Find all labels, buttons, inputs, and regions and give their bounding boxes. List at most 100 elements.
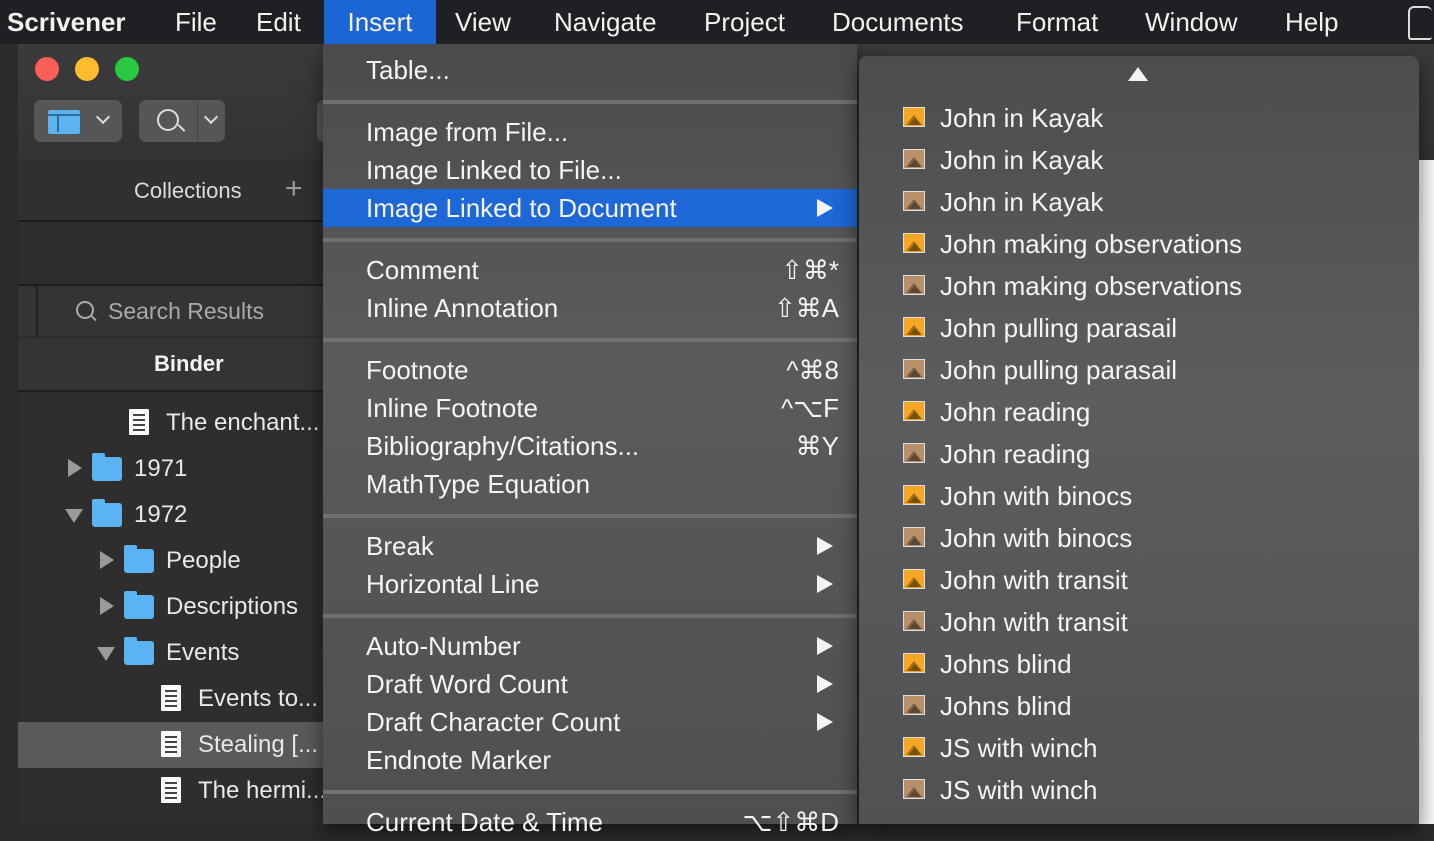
image-icon [903, 149, 925, 169]
image-icon [903, 779, 925, 799]
submenu-arrow-icon [817, 713, 833, 731]
menu-view[interactable]: View [455, 0, 511, 44]
submenu-item-document[interactable]: John pulling parasail [859, 349, 1419, 391]
binder-item[interactable]: 1971 [18, 446, 324, 492]
menu-item-break[interactable]: Break [323, 527, 857, 565]
menu-file[interactable]: File [175, 0, 217, 44]
binder-item[interactable]: The hermi... [18, 768, 326, 814]
menu-item-horizontal-line[interactable]: Horizontal Line [323, 565, 857, 603]
menu-item-auto-number[interactable]: Auto-Number [323, 627, 857, 665]
binder-label: Binder [154, 351, 224, 376]
view-mode-button[interactable] [34, 100, 122, 142]
submenu-item-document[interactable]: John reading [859, 433, 1419, 475]
tab-binder[interactable]: Binder [18, 338, 324, 390]
submenu-item-document[interactable]: John with binocs [859, 517, 1419, 559]
submenu-item-document[interactable]: John making observations [859, 223, 1419, 265]
menu-item-inline-annotation[interactable]: Inline Annotation ⇧⌘A [323, 289, 857, 327]
submenu-item-document[interactable]: John pulling parasail [859, 307, 1419, 349]
image-icon [903, 653, 925, 673]
shortcut-label: ^⌥F [780, 393, 839, 423]
image-icon [903, 359, 925, 379]
menu-app-scrivener[interactable]: Scrivener [7, 0, 126, 44]
binder-item-label: Descriptions [166, 593, 299, 620]
submenu-item-document[interactable]: Johns blind [859, 685, 1419, 727]
menu-item-mathtype-equation[interactable]: MathType Equation [323, 465, 857, 503]
close-window-button[interactable] [35, 57, 59, 81]
disclosure-triangle-icon[interactable] [65, 509, 83, 523]
folder-icon [92, 453, 122, 481]
submenu-item-document[interactable]: John making observations [859, 265, 1419, 307]
chevron-down-icon [95, 109, 111, 125]
menu-window[interactable]: Window [1145, 0, 1237, 44]
image-icon [903, 275, 925, 295]
search-button[interactable] [139, 100, 225, 142]
submenu-arrow-icon [817, 575, 833, 593]
minimize-window-button[interactable] [75, 57, 99, 81]
menu-navigate[interactable]: Navigate [554, 0, 657, 44]
folder-icon [92, 499, 122, 527]
image-icon [903, 191, 925, 211]
submenu-item-document[interactable]: JS with winch [859, 727, 1419, 769]
menu-item-inline-footnote[interactable]: Inline Footnote ^⌥F [323, 389, 857, 427]
submenu-item-document[interactable]: John with transit [859, 559, 1419, 601]
menu-item-current-date-time[interactable]: Current Date & Time ⌥⇧⌘D [323, 803, 857, 841]
submenu-item-document[interactable]: John with binocs [859, 475, 1419, 517]
submenu-item-document[interactable]: JS with winch [859, 769, 1419, 811]
disclosure-triangle-icon[interactable] [100, 597, 114, 615]
document-icon [129, 409, 149, 435]
status-extra-icon[interactable] [1408, 6, 1432, 40]
add-collection-button[interactable]: + [285, 172, 303, 206]
binder-item[interactable]: The enchant... [18, 400, 324, 446]
menu-item-draft-word-count[interactable]: Draft Word Count [323, 665, 857, 703]
scroll-up-arrow-icon[interactable] [1128, 67, 1148, 81]
menu-item-endnote-marker[interactable]: Endnote Marker [323, 741, 857, 779]
menu-insert[interactable]: Insert [324, 0, 436, 44]
binder-item[interactable]: 1972 [18, 492, 324, 538]
image-icon [903, 569, 925, 589]
menu-item-footnote[interactable]: Footnote ^⌘8 [323, 351, 857, 389]
binder-item-label: People [166, 547, 241, 574]
menu-item-image-from-file[interactable]: Image from File... [323, 113, 857, 151]
disclosure-triangle-icon[interactable] [100, 551, 114, 569]
tab-search-results[interactable]: Search Results [18, 286, 324, 336]
chevron-down-icon [203, 109, 219, 125]
submenu-item-document[interactable]: John in Kayak [859, 139, 1419, 181]
disclosure-triangle-icon[interactable] [68, 459, 82, 477]
folder-icon [124, 637, 154, 665]
zoom-window-button[interactable] [115, 57, 139, 81]
image-icon [903, 107, 925, 127]
submenu-item-document[interactable]: John in Kayak [859, 181, 1419, 223]
submenu-item-document[interactable]: Johns blind [859, 643, 1419, 685]
menu-edit[interactable]: Edit [256, 0, 301, 44]
image-icon [903, 485, 925, 505]
submenu-item-document[interactable]: John reading [859, 391, 1419, 433]
menu-project[interactable]: Project [704, 0, 785, 44]
menu-item-comment[interactable]: Comment ⇧⌘* [323, 251, 857, 289]
menu-item-bibliography[interactable]: Bibliography/Citations... ⌘Y [323, 427, 857, 465]
submenu-item-document[interactable]: John with transit [859, 601, 1419, 643]
submenu-item-label: JS with winch [940, 775, 1098, 805]
disclosure-triangle-icon[interactable] [97, 647, 115, 661]
submenu-item-document[interactable]: John in Kayak [859, 97, 1419, 139]
binder-item-selected[interactable]: Stealing [... [18, 722, 324, 768]
document-icon [161, 685, 181, 711]
submenu-item-label: John in Kayak [940, 187, 1104, 217]
menu-format[interactable]: Format [1016, 0, 1098, 44]
menu-item-table[interactable]: Table... [323, 51, 857, 89]
shortcut-label: ⇧⌘A [773, 293, 839, 323]
binder-item[interactable]: Events [18, 630, 324, 676]
menu-item-image-linked-to-file[interactable]: Image Linked to File... [323, 151, 857, 189]
menu-item-draft-character-count[interactable]: Draft Character Count [323, 703, 857, 741]
binder-item[interactable]: People [18, 538, 324, 584]
binder-item[interactable]: Descriptions [18, 584, 324, 630]
menu-help[interactable]: Help [1285, 0, 1338, 44]
shortcut-label: ^⌘8 [786, 355, 839, 385]
image-icon [903, 695, 925, 715]
menu-documents[interactable]: Documents [832, 0, 964, 44]
binder-layout-icon [48, 110, 80, 134]
binder-item[interactable]: Events to... [18, 676, 324, 722]
image-linked-document-submenu: John in Kayak John in Kayak John in Kayak J… [859, 56, 1419, 824]
submenu-arrow-icon [817, 199, 833, 217]
menu-item-image-linked-to-document[interactable]: Image Linked to Document [323, 189, 857, 227]
image-icon [903, 737, 925, 757]
